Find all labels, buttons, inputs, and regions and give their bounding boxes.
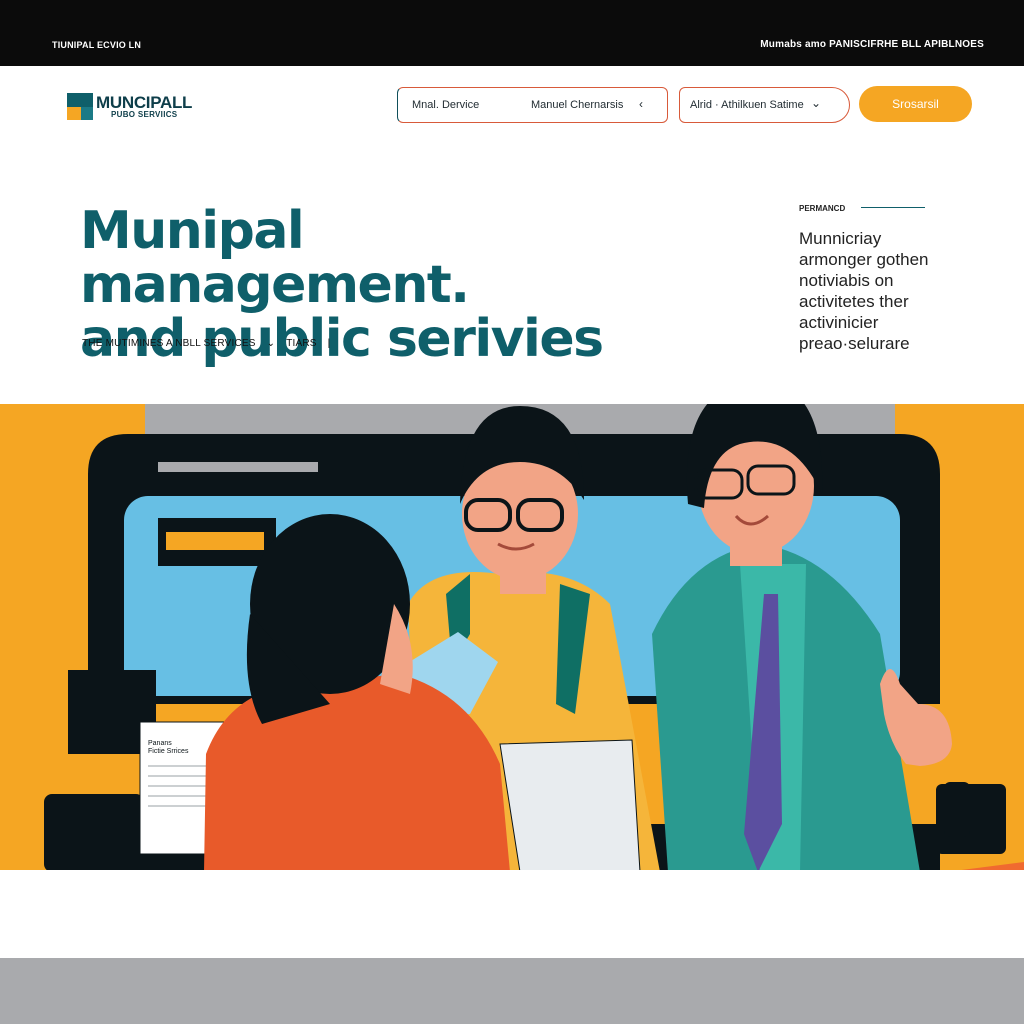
side-line: preao·selurare xyxy=(799,334,910,353)
page-title-line-1: Munipal management. xyxy=(80,201,470,315)
hero-subnav-services[interactable]: THE MUTIMINES A NBLL SERVICES xyxy=(82,338,256,349)
counter-floor xyxy=(0,870,1024,958)
top-bar: TIUNIPAL ECVIO LN Mumabs amo PANISCIFRHE… xyxy=(0,0,1024,66)
logo-mark-icon xyxy=(67,93,93,120)
topbar-left-text: TIUNIPAL ECVIO LN xyxy=(52,40,142,50)
hero-illustration: Panans Fictie Srrices xyxy=(0,404,1024,872)
area-select-value: Alrid · Athilkuen Satime xyxy=(690,99,804,111)
chevron-down-icon[interactable]: ⌄ xyxy=(267,338,276,349)
side-line: activitetes ther xyxy=(799,292,909,311)
topbar-right-text[interactable]: Mumabs amo PANISCIFRHE BLL APIBLNOES xyxy=(760,39,984,50)
chevron-down-icon: ⌄ xyxy=(810,96,821,110)
service-desk-illustration: Panans Fictie Srrices xyxy=(0,404,1024,872)
side-line: Munnicriay xyxy=(799,229,882,248)
document-text-line-2: Fictie Srrices xyxy=(148,748,189,755)
search-button[interactable]: Srosarsil xyxy=(859,86,972,122)
side-line: notiviabis on xyxy=(799,271,894,290)
chevron-left-icon: ‹ xyxy=(639,97,643,111)
logo-subtitle: PUBO SERVIICS xyxy=(111,110,178,119)
divider: | xyxy=(327,338,331,349)
service-select-label: Mnal. Dervice xyxy=(412,99,480,111)
side-line: armonger gothen xyxy=(799,250,929,269)
service-select-value: Manuel Chernarsis xyxy=(531,99,624,111)
side-line: activinicier xyxy=(799,313,879,332)
area-select[interactable]: Alrid · Athilkuen Satime ⌄ xyxy=(679,87,850,123)
site-logo[interactable]: MUNCIPALL PUBO SERVIICS xyxy=(67,93,227,123)
hero-subnav-tiars[interactable]: TIARS xyxy=(286,338,316,349)
footer-band xyxy=(0,958,1024,1024)
hero-subnav: THE MUTIMINES A NBLL SERVICES ⌄ TIARS | xyxy=(82,338,330,349)
service-select[interactable]: Mnal. Dervice Manuel Chernarsis ‹ xyxy=(397,87,668,123)
document-text-line-1: Panans xyxy=(148,740,172,747)
side-label: PERMANCD xyxy=(799,204,846,213)
side-description: Munnicriay armonger gothen notiviabis on… xyxy=(799,228,999,354)
side-divider xyxy=(861,207,925,208)
